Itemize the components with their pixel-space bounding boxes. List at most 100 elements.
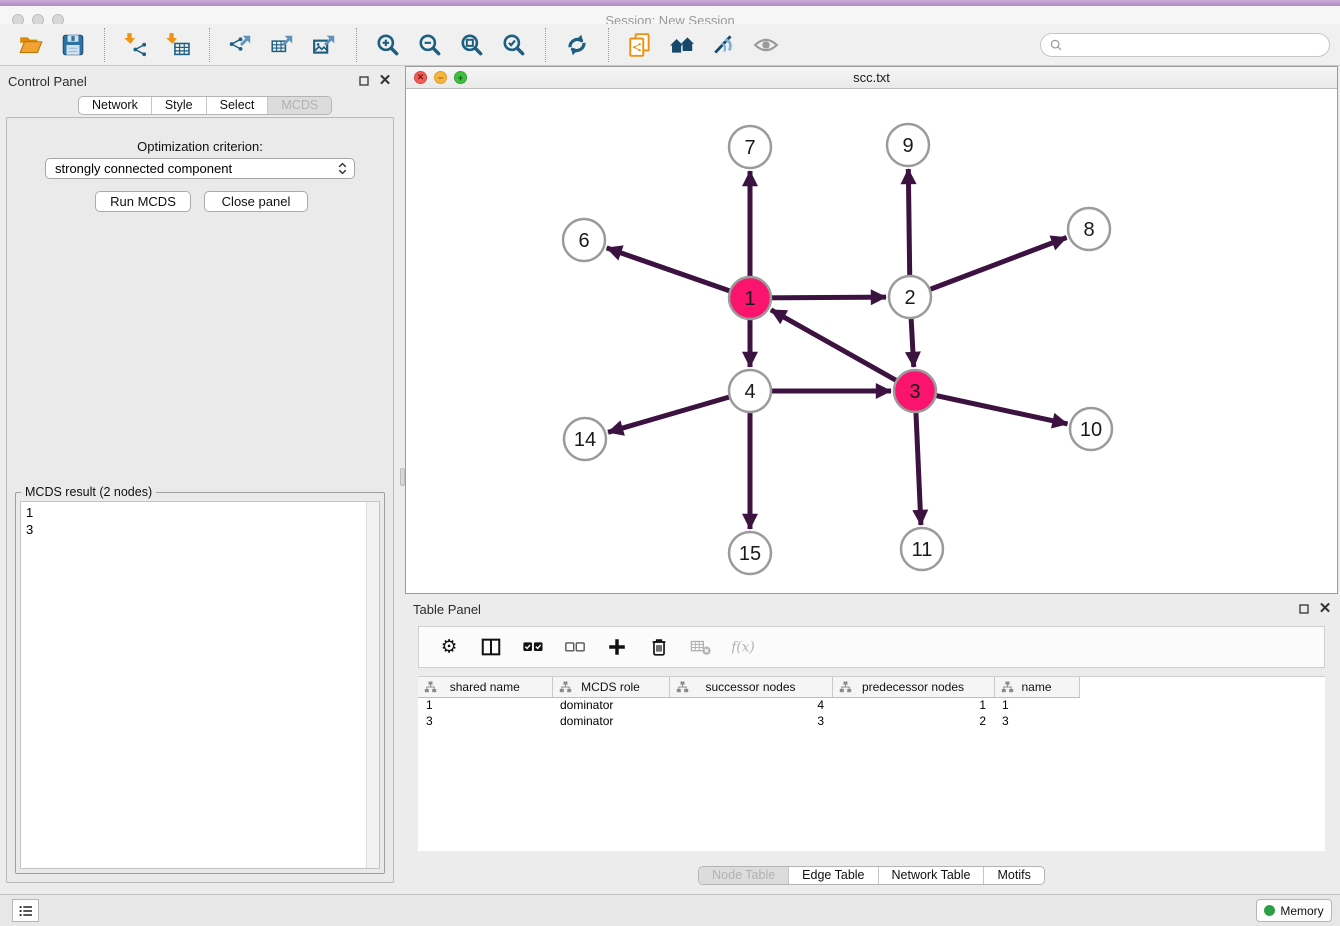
toolbar-separator (104, 28, 105, 62)
deselect-all-icon (564, 636, 586, 658)
table-cell[interactable]: 1 (994, 697, 1079, 713)
tab-select[interactable]: Select (206, 97, 268, 114)
mcds-result-title: MCDS result (2 nodes) (21, 485, 156, 499)
graph-node-10[interactable]: 10 (1070, 408, 1112, 450)
import-table-button[interactable] (161, 28, 195, 62)
table-cell[interactable]: 3 (418, 713, 552, 729)
graph-node-4[interactable]: 4 (729, 370, 771, 412)
select-all-button[interactable] (517, 631, 549, 663)
graph-node-7[interactable]: 7 (729, 126, 771, 168)
search-input[interactable] (1069, 38, 1321, 52)
network-window: ✕ − + scc.txt 7968124314101511 (405, 66, 1338, 594)
column-header-successor-nodes[interactable]: successor nodes (669, 677, 832, 697)
close-table-panel-icon[interactable]: ✕ (1318, 602, 1332, 616)
mcds-result-groupbox: MCDS result (2 nodes) 1 3 (15, 492, 385, 874)
float-panel-icon[interactable] (357, 74, 371, 88)
table-cell[interactable]: dominator (552, 697, 669, 713)
export-image-button[interactable] (308, 28, 342, 62)
graph-node-1[interactable]: 1 (729, 277, 771, 319)
toolbar-separator (356, 28, 357, 62)
svg-text:1: 1 (744, 288, 755, 310)
network-canvas[interactable]: 7 9 6 8 1 2 4 3 14 10 15 11 (406, 89, 1337, 593)
table-cell[interactable]: dominator (552, 713, 669, 729)
toolbar-separator (608, 28, 609, 62)
graph-edge-3-10[interactable] (915, 391, 1068, 424)
delete-column-button[interactable] (643, 631, 675, 663)
tab-mcds[interactable]: MCDS (267, 97, 331, 114)
close-panel-button[interactable]: Close panel (204, 191, 308, 212)
table-mode-button[interactable]: ⚙ (433, 631, 465, 663)
table-cell[interactable]: 3 (994, 713, 1079, 729)
column-header-label: name (1021, 680, 1051, 694)
tab-node-table[interactable]: Node Table (699, 867, 788, 884)
graph-node-8[interactable]: 8 (1068, 208, 1110, 250)
column-header-shared-name[interactable]: shared name (418, 677, 552, 697)
export-table-icon (270, 32, 296, 58)
graph-edge-1-6[interactable] (607, 248, 750, 298)
visual-style-button[interactable] (707, 28, 741, 62)
table-row[interactable]: 3dominator323 (418, 713, 1079, 729)
column-header-label: predecessor nodes (862, 680, 964, 694)
save-session-button[interactable] (56, 28, 90, 62)
apply-layout-button[interactable] (560, 28, 594, 62)
column-header-label: successor nodes (705, 680, 795, 694)
table-cell[interactable]: 2 (832, 713, 994, 729)
task-list-button[interactable] (12, 899, 39, 922)
optimization-criterion-select[interactable]: strongly connected component (45, 158, 355, 179)
visual-style-icon (711, 32, 737, 58)
tab-style[interactable]: Style (151, 97, 206, 114)
zoom-fit-button[interactable] (455, 28, 489, 62)
import-network-button[interactable] (119, 28, 153, 62)
graph-node-2[interactable]: 2 (889, 276, 931, 318)
table-cell[interactable]: 4 (669, 697, 832, 713)
save-session-icon (60, 32, 86, 58)
float-table-panel-icon[interactable] (1297, 602, 1311, 616)
svg-text:9: 9 (902, 135, 913, 157)
show-columns-button[interactable] (475, 631, 507, 663)
graph-edge-3-1[interactable] (771, 310, 915, 391)
select-stepper-icon (335, 161, 350, 176)
zoom-fit-icon (459, 32, 485, 58)
tab-motifs[interactable]: Motifs (983, 867, 1043, 884)
tab-network[interactable]: Network (79, 97, 151, 114)
search-box[interactable] (1040, 33, 1330, 57)
zoom-selected-button[interactable] (497, 28, 531, 62)
zoom-in-button[interactable] (371, 28, 405, 62)
graph-node-3[interactable]: 3 (894, 370, 936, 412)
table-cell[interactable]: 1 (832, 697, 994, 713)
graph-node-6[interactable]: 6 (563, 219, 605, 261)
mcds-result-area[interactable]: 1 3 (20, 501, 380, 869)
graph-node-14[interactable]: 14 (564, 418, 606, 460)
graph-node-9[interactable]: 9 (887, 124, 929, 166)
tab-edge-table[interactable]: Edge Table (788, 867, 877, 884)
table-row[interactable]: 1dominator411 (418, 697, 1079, 713)
column-header-name[interactable]: name (994, 677, 1079, 697)
control-panel-tabs: NetworkStyleSelectMCDS (78, 96, 332, 115)
new-network-from-selection-button[interactable] (623, 28, 657, 62)
memory-label: Memory (1280, 904, 1323, 918)
table-cell[interactable]: 1 (418, 697, 552, 713)
export-table-button[interactable] (266, 28, 300, 62)
toolbar-separator (209, 28, 210, 62)
column-header-predecessor-nodes[interactable]: predecessor nodes (832, 677, 994, 697)
memory-button[interactable]: Memory (1256, 899, 1332, 922)
deselect-all-button[interactable] (559, 631, 591, 663)
result-scrollbar[interactable] (366, 502, 379, 868)
tab-network-table[interactable]: Network Table (878, 867, 984, 884)
graph-node-11[interactable]: 11 (901, 528, 943, 570)
close-panel-icon[interactable]: ✕ (378, 74, 392, 88)
graph-node-15[interactable]: 15 (729, 532, 771, 574)
add-column-button[interactable] (601, 631, 633, 663)
table-cell[interactable]: 3 (669, 713, 832, 729)
table-tabs-row: Node TableEdge TableNetwork TableMotifs (405, 866, 1338, 885)
table-panel-title: Table Panel (413, 602, 481, 617)
export-network-button[interactable] (224, 28, 258, 62)
open-session-button[interactable] (14, 28, 48, 62)
first-neighbors-button[interactable] (665, 28, 699, 62)
run-mcds-button[interactable]: Run MCDS (95, 191, 191, 212)
graph-edge-2-8[interactable] (910, 238, 1067, 297)
zoom-out-button[interactable] (413, 28, 447, 62)
export-network-icon (228, 32, 254, 58)
svg-text:10: 10 (1080, 419, 1102, 441)
column-header-MCDS-role[interactable]: MCDS role (552, 677, 669, 697)
